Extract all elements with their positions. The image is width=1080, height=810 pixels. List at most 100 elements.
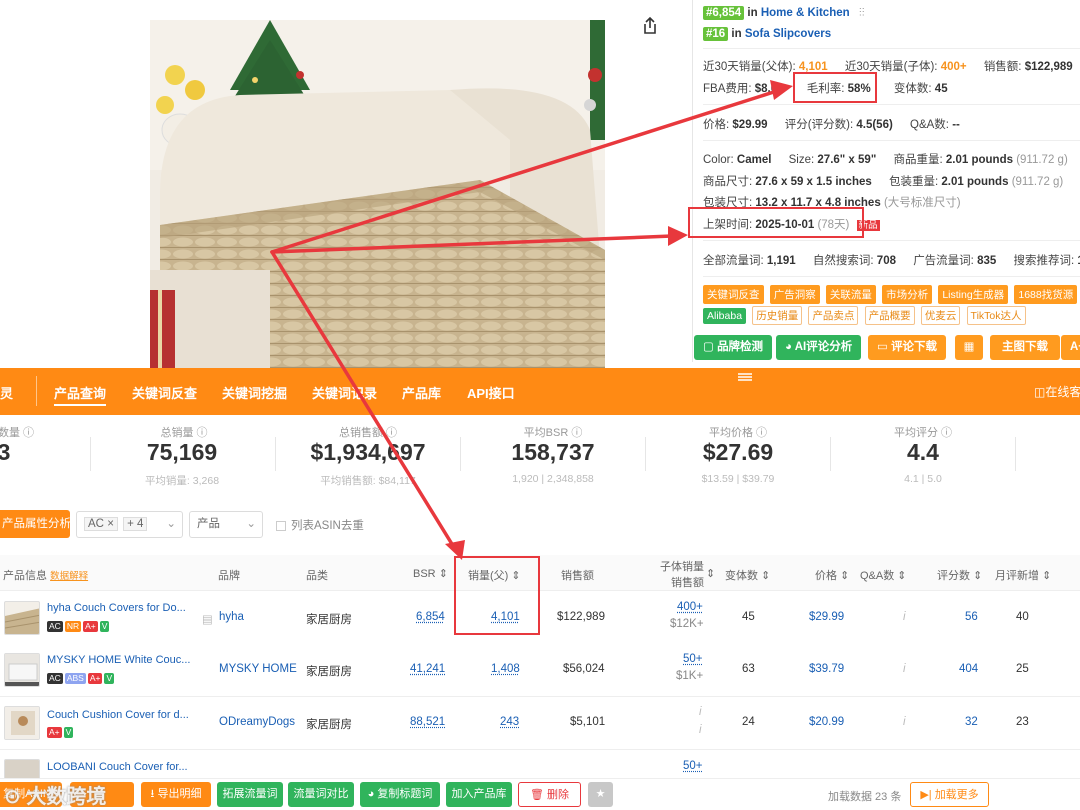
export-label: 导出明细 <box>157 788 202 800</box>
tag-selling-points[interactable]: 产品卖点 <box>808 306 859 325</box>
revenue-cell: $56,024 <box>563 663 605 675</box>
divider <box>460 437 461 471</box>
brand-link[interactable]: hyha <box>219 611 244 623</box>
main-category-link[interactable]: Home & Kitchen <box>761 7 850 19</box>
compare-keywords-button[interactable]: 流量词对比 <box>288 782 354 807</box>
table-row[interactable]: MYSKY HOME White Couc... AC ABS A+ V MYSKY … <box>0 644 1080 697</box>
tag-youmaiyun[interactable]: 优麦云 <box>920 306 961 325</box>
sales-cell[interactable]: 1,408 <box>491 663 520 675</box>
table-row[interactable]: hyha Couch Covers for Do... AC NR A+ V ▤ hy… <box>0 592 1080 645</box>
tag-1688-source[interactable]: 1688找货源 <box>1014 285 1078 304</box>
checkbox-box[interactable] <box>276 520 286 531</box>
th-child-sales[interactable]: 子体销量 销售额 <box>660 558 704 590</box>
rank-in-text: in <box>747 7 758 19</box>
ratings-cell[interactable]: 32 <box>965 716 978 728</box>
load-more-button[interactable]: ▶| 加载更多 <box>910 782 989 807</box>
product-title-link[interactable]: LOOBANI Couch Cover for... <box>47 761 188 773</box>
tab-product-query[interactable]: 产品查询 <box>54 383 107 406</box>
child-sales-cell[interactable]: 50+ <box>683 760 703 772</box>
tag-related-traffic[interactable]: 关联流量 <box>825 285 876 304</box>
product-thumbnail[interactable] <box>4 601 40 635</box>
product-title-link[interactable]: Couch Cushion Cover for d... <box>47 709 189 721</box>
size-value: 27.6" x 59" <box>817 154 877 166</box>
product-thumbnail[interactable] <box>4 653 40 687</box>
copy-icon[interactable]: ▤ <box>202 612 213 626</box>
th-monthly[interactable]: 月评新增 ⇕ <box>995 567 1051 583</box>
expand-keywords-button[interactable]: 拓展流量词 <box>217 782 283 807</box>
tag-history-sales[interactable]: 历史销量 <box>752 306 803 325</box>
export-button[interactable]: ⭳ 导出明细 <box>141 782 211 807</box>
tag-listing-generator[interactable]: Listing生成器 <box>938 285 1009 304</box>
tag-ad-insight[interactable]: 广告洞察 <box>769 285 820 304</box>
ai-review-button[interactable]: ◕ AI评论分析 <box>776 335 862 360</box>
info-icon[interactable]: i <box>699 724 702 736</box>
info-icon[interactable]: i <box>903 716 906 728</box>
sort-icon[interactable]: ⇕ <box>706 567 715 580</box>
th-variants[interactable]: 变体数 ⇕ <box>725 567 770 583</box>
sub-category-link[interactable]: Sofa Slipcovers <box>745 28 831 40</box>
tab-product-library[interactable]: 产品库 <box>402 383 441 402</box>
dedupe-label: 列表ASIN去重 <box>291 520 364 532</box>
close-icon[interactable]: × <box>107 518 114 530</box>
brand-link[interactable]: ODreamyDogs <box>219 716 295 728</box>
info-icon[interactable]: i <box>903 663 906 675</box>
filter-select-1[interactable]: AC × + 4 ⌄ <box>76 511 183 538</box>
child-sales-cell[interactable]: 400+ <box>677 601 703 613</box>
review-download-button[interactable]: ▭ 评论下载 <box>868 335 947 360</box>
product-title-link[interactable]: hyha Couch Covers for Do... <box>47 602 186 614</box>
product-title-link[interactable]: MYSKY HOME White Couc... <box>47 654 190 666</box>
info-icon[interactable]: i <box>699 706 702 718</box>
stat-total-revenue-sub: 平均销售额: $84,117 <box>320 475 416 487</box>
th-price[interactable]: 价格 ⇕ <box>815 567 849 583</box>
bar-chart-icon[interactable]: ⫶⫶ <box>859 7 865 19</box>
th-ratings[interactable]: 评分数 ⇕ <box>937 567 982 583</box>
dedupe-checkbox[interactable]: 列表ASIN去重 <box>276 517 364 533</box>
stat-avg-price-label: 平均价格 ⓘ <box>708 427 768 439</box>
delete-button[interactable]: 🗑 删除 <box>518 782 581 807</box>
bsr-cell[interactable]: 6,854 <box>416 611 445 623</box>
dims-label: 商品尺寸: <box>703 176 753 188</box>
aplus-button[interactable]: A+ <box>1061 335 1080 360</box>
info-icon[interactable]: i <box>903 611 906 623</box>
copy-title-words-button[interactable]: ◕ 复制标题词 <box>360 782 440 807</box>
tab-keyword-mining[interactable]: 关键词挖掘 <box>222 383 287 402</box>
brand-check-button[interactable]: ▢ 品牌检测 <box>694 335 773 360</box>
tab-keyword-record[interactable]: 关键词记录 <box>312 383 377 402</box>
kw-rec-label: 搜索推荐词: <box>1013 255 1075 267</box>
calculator-icon[interactable]: ▦ <box>955 335 983 360</box>
star-icon[interactable]: ★ <box>588 782 613 807</box>
filter-select-2[interactable]: 产品 ⌄ <box>189 511 263 538</box>
add-to-library-button[interactable]: 加入产品库 <box>446 782 512 807</box>
tag-alibaba[interactable]: Alibaba <box>703 308 747 324</box>
data-explain-link[interactable]: 数据解释 <box>50 571 88 582</box>
attribute-analysis-button[interactable]: 产品属性分析 <box>0 510 71 538</box>
category-cell: 家居厨房 <box>306 614 352 626</box>
filter-chip[interactable]: AC × <box>84 517 118 531</box>
tag-tiktok[interactable]: TikTok达人 <box>966 306 1026 325</box>
ratings-cell[interactable]: 56 <box>965 611 978 623</box>
product-image[interactable] <box>150 20 605 368</box>
main-image-download-button[interactable]: 主图下载 <box>990 335 1060 360</box>
th-bsr[interactable]: BSR ⇕ <box>413 567 448 580</box>
tag-market-analysis[interactable]: 市场分析 <box>882 285 933 304</box>
tab-api[interactable]: API接口 <box>467 383 515 402</box>
th-qa[interactable]: Q&A数 ⇕ <box>860 567 907 583</box>
share-icon[interactable] <box>640 16 660 36</box>
tag-keyword-reverse[interactable]: 关键词反查 <box>703 285 764 304</box>
tab-keyword-reverse[interactable]: 关键词反查 <box>132 383 197 402</box>
online-service-link[interactable]: ◫在线客 <box>1034 383 1080 400</box>
bsr-cell[interactable]: 88,521 <box>410 716 445 728</box>
divider <box>830 437 831 471</box>
kw-all-value: 1,191 <box>766 255 796 267</box>
th-revenue[interactable]: 销售额 <box>561 567 594 583</box>
drag-handle-icon[interactable] <box>738 370 752 381</box>
ratings-cell[interactable]: 404 <box>959 663 978 675</box>
pkg-dims-note: (大号标准尺寸) <box>883 197 961 209</box>
bsr-cell[interactable]: 41,241 <box>410 663 445 675</box>
product-thumbnail[interactable] <box>4 706 40 740</box>
sales-cell[interactable]: 243 <box>500 716 519 728</box>
table-row[interactable]: Couch Cushion Cover for d... A+ V ODreamy… <box>0 697 1080 750</box>
tag-product-summary[interactable]: 产品概要 <box>864 306 915 325</box>
child-sales-cell[interactable]: 50+ <box>683 653 703 665</box>
brand-link[interactable]: MYSKY HOME <box>219 663 297 675</box>
